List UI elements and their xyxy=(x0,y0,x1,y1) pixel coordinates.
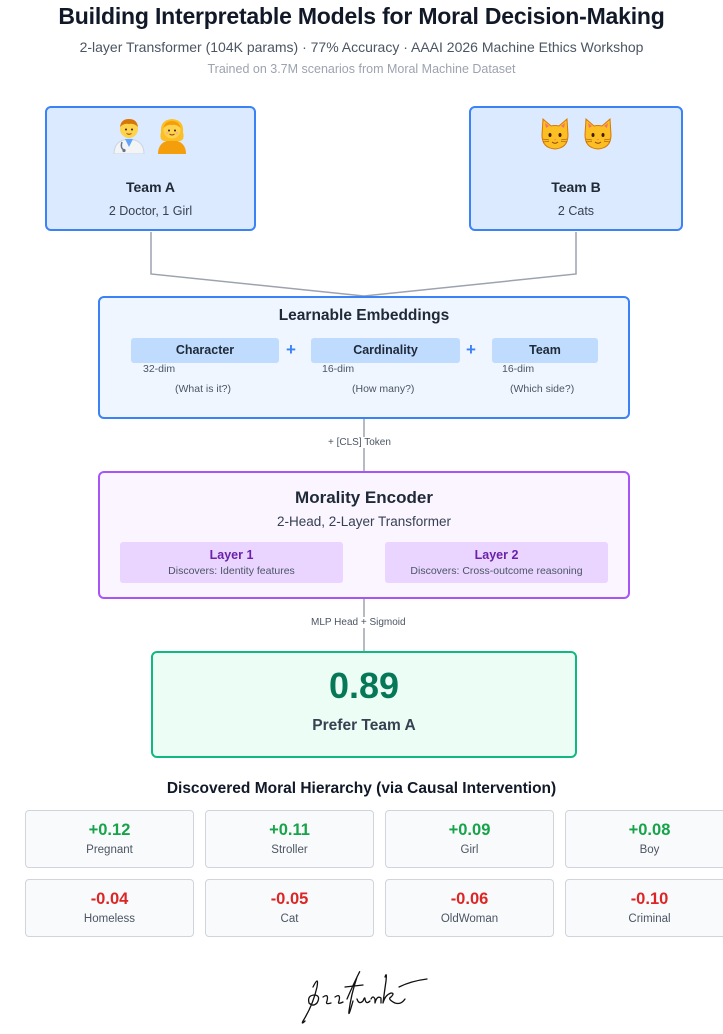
hierarchy-label: Cat xyxy=(280,913,299,925)
embedding-team-dim: 16-dim xyxy=(502,363,535,375)
hierarchy-card: -0.04 Homeless xyxy=(25,879,194,937)
layer-1-desc: Discovers: Identity features xyxy=(168,565,295,577)
mlp-head-label: MLP Head + Sigmoid xyxy=(308,617,409,628)
hierarchy-card: +0.09 Girl xyxy=(385,810,554,868)
embedding-cardinality-dim: 16-dim xyxy=(322,363,355,375)
page-title: Building Interpretable Models for Moral … xyxy=(58,3,665,29)
training-note: Trained on 3.7M scenarios from Moral Mac… xyxy=(207,62,516,76)
cat-icon xyxy=(540,117,569,150)
hierarchy-title: Discovered Moral Hierarchy (via Causal I… xyxy=(166,780,557,797)
plus-operator: + xyxy=(286,340,296,359)
embeddings-box: Learnable Embeddings Character + Cardina… xyxy=(98,296,630,419)
hierarchy-card: +0.11 Stroller xyxy=(205,810,374,868)
hierarchy-label: Girl xyxy=(460,844,479,856)
embeddings-title: Learnable Embeddings xyxy=(278,307,450,324)
hierarchy-value: +0.11 xyxy=(269,821,310,839)
layer-1-box: Layer 1 Discovers: Identity features xyxy=(120,542,343,583)
morality-encoder-box: Morality Encoder 2-Head, 2-Layer Transfo… xyxy=(98,471,630,599)
hierarchy-label: Homeless xyxy=(83,913,136,925)
layer-2-name: Layer 2 xyxy=(474,548,519,562)
cls-token-label: + [CLS] Token xyxy=(325,437,394,448)
hierarchy-label: Boy xyxy=(639,844,660,856)
hierarchy-label: Pregnant xyxy=(86,844,133,856)
layer-1-name: Layer 1 xyxy=(209,548,254,562)
hierarchy-value: +0.08 xyxy=(628,821,671,839)
encoder-subtitle: 2-Head, 2-Layer Transformer xyxy=(276,514,452,529)
hierarchy-value: -0.06 xyxy=(450,890,489,908)
layer-2-box: Layer 2 Discovers: Cross-outcome reasoni… xyxy=(385,542,608,583)
hierarchy-label: Criminal xyxy=(628,913,671,925)
hierarchy-card: -0.10 Criminal xyxy=(565,879,723,937)
embedding-team: Team xyxy=(492,338,598,363)
embedding-character: Character xyxy=(131,338,279,363)
team-b-composition: 2 Cats xyxy=(557,204,595,218)
embedding-cardinality: Cardinality xyxy=(311,338,460,363)
team-b-name: Team B xyxy=(551,179,601,195)
embedding-team-question: (Which side?) xyxy=(510,383,575,395)
embedding-cardinality-question: (How many?) xyxy=(352,383,415,395)
hierarchy-value: +0.09 xyxy=(448,821,491,839)
layer-2-desc: Discovers: Cross-outcome reasoning xyxy=(410,565,583,577)
girl-icon xyxy=(158,119,186,154)
hierarchy-label: Stroller xyxy=(271,844,308,856)
man-doctor-icon xyxy=(113,119,145,154)
embedding-character-question: (What is it?) xyxy=(175,383,232,395)
output-value: 0.89 xyxy=(328,665,400,706)
embedding-character-dim: 32-dim xyxy=(143,363,176,375)
hierarchy-card: +0.08 Boy xyxy=(565,810,723,868)
team-b-box: Team B 2 Cats xyxy=(469,106,683,231)
team-a-icons xyxy=(47,114,254,158)
team-a-box: Team A 2 Doctor, 1 Girl xyxy=(45,106,256,231)
hierarchy-value: +0.12 xyxy=(88,821,131,839)
cat-icon xyxy=(583,117,612,150)
hierarchy-label: OldWoman xyxy=(440,913,499,925)
lossfunk-logo xyxy=(301,971,428,1024)
team-a-name: Team A xyxy=(125,179,175,195)
page-subtitle: 2-layer Transformer (104K params) · 77% … xyxy=(79,39,644,55)
team-b-icons xyxy=(471,114,681,158)
hierarchy-value: -0.04 xyxy=(90,890,129,908)
hierarchy-value: -0.10 xyxy=(630,890,669,908)
output-label: Prefer Team A xyxy=(312,717,416,734)
hierarchy-value: -0.05 xyxy=(270,890,309,908)
plus-operator: + xyxy=(466,340,476,359)
hierarchy-card: -0.06 OldWoman xyxy=(385,879,554,937)
hierarchy-card: -0.05 Cat xyxy=(205,879,374,937)
output-box: 0.89 Prefer Team A xyxy=(151,651,577,758)
hierarchy-card: +0.12 Pregnant xyxy=(25,810,194,868)
team-a-composition: 2 Doctor, 1 Girl xyxy=(108,204,193,218)
encoder-title: Morality Encoder xyxy=(295,488,433,507)
